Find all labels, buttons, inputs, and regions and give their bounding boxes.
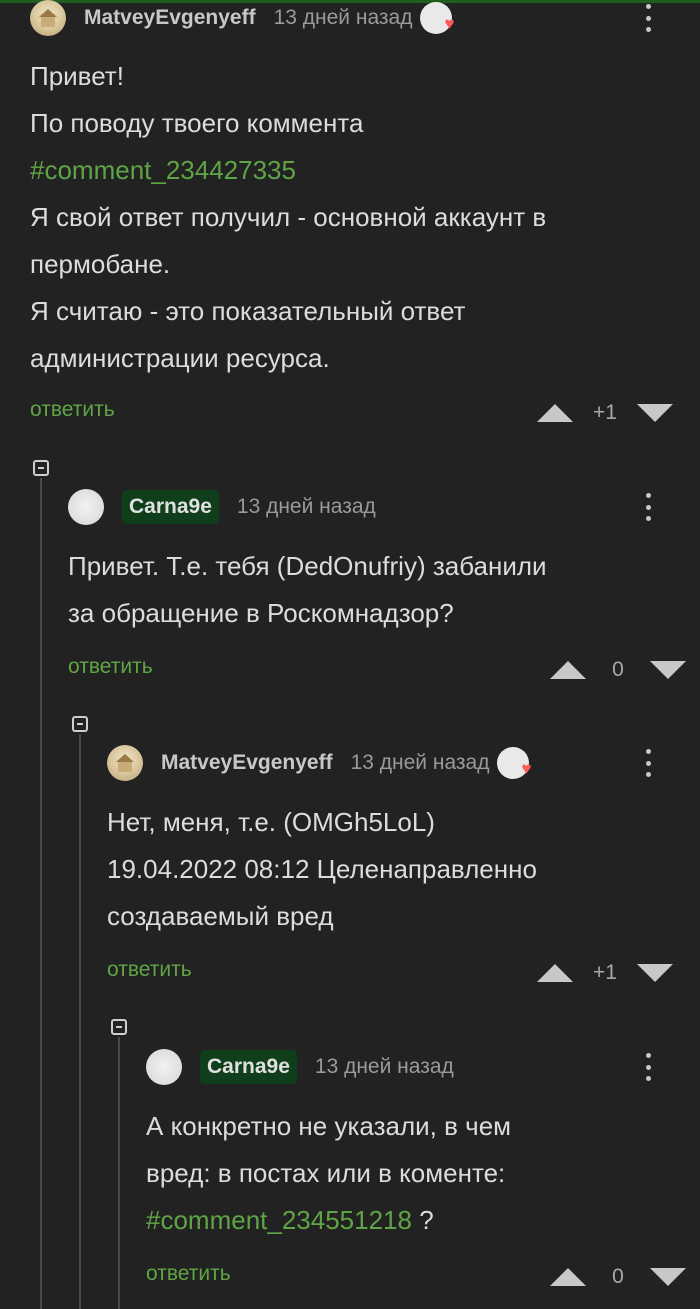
reply-button[interactable]: ответить (68, 655, 153, 679)
comment-link[interactable]: #comment_234427335 (30, 147, 670, 194)
collapse-icon[interactable] (72, 716, 88, 732)
comment-link[interactable]: #comment_234551218 (146, 1205, 412, 1235)
thread-line-level-2 (79, 734, 81, 1309)
downvote-icon[interactable] (637, 964, 673, 982)
downvote-icon[interactable] (650, 1268, 686, 1286)
comment-text-line: за обращение в Роскомнадзор? (68, 598, 454, 628)
rating-value: +1 (593, 961, 617, 984)
reply-button[interactable]: ответить (30, 398, 115, 422)
avatar[interactable] (30, 0, 66, 36)
comment-body: Привет. Т.е. тебя (DedOnufriy) забанили … (68, 543, 670, 637)
kebab-menu-icon[interactable] (645, 749, 651, 777)
comment-body: А конкретно не указали, в чем вред: в по… (146, 1103, 670, 1244)
thread-line-level-3 (118, 1037, 120, 1309)
heart-badge-icon: ♥ (497, 747, 531, 779)
comment-text-line: Привет. Т.е. тебя (DedOnufriy) забанили (68, 551, 547, 581)
comment-author[interactable]: MatveyEvgenyeff (84, 6, 256, 30)
heart-badge-icon: ♥ (420, 2, 454, 34)
thread-line-level-1 (40, 478, 42, 1309)
collapse-icon[interactable] (111, 1019, 127, 1035)
comment-author[interactable]: Carna9e (200, 1050, 297, 1084)
reply-button[interactable]: ответить (146, 1262, 231, 1286)
comment-time: 13 дней назад (350, 751, 490, 774)
reply-button[interactable]: ответить (107, 958, 192, 982)
comment-text-line: По поводу твоего коммента (30, 108, 364, 138)
comment-text-line: создаваемый вред (107, 901, 334, 931)
collapse-icon[interactable] (33, 460, 49, 476)
comment-author[interactable]: MatveyEvgenyeff (161, 751, 333, 775)
comment-time: 13 дней назад (236, 495, 376, 518)
downvote-icon[interactable] (650, 661, 686, 679)
upvote-icon[interactable] (537, 964, 573, 982)
comment-text-line: вред: в постах или в коменте: (146, 1158, 506, 1188)
comment-text-line: администрации ресурса. (30, 343, 330, 373)
comment-text-line: Я считаю - это показательный ответ (30, 296, 466, 326)
comment-body: Нет, меня, т.е. (OMGh5LoL) 19.04.2022 08… (107, 799, 670, 940)
kebab-menu-icon[interactable] (645, 4, 651, 32)
upvote-icon[interactable] (550, 661, 586, 679)
upvote-icon[interactable] (537, 404, 573, 422)
downvote-icon[interactable] (637, 404, 673, 422)
kebab-menu-icon[interactable] (645, 493, 651, 521)
rating-value: +1 (593, 401, 617, 424)
rating-value: 0 (612, 1265, 624, 1288)
comment-time: 13 дней назад (273, 6, 413, 29)
comment-text-line: Нет, меня, т.е. (OMGh5LoL) (107, 807, 435, 837)
comment-time: 13 дней назад (314, 1055, 454, 1078)
avatar[interactable] (68, 489, 104, 525)
comment-text-line: Я свой ответ получил - основной аккаунт … (30, 202, 547, 232)
comment-text-suffix: ? (411, 1205, 434, 1235)
comment-text-line: 19.04.2022 08:12 Целенаправленно (107, 854, 537, 884)
comment-author[interactable]: Carna9e (122, 490, 219, 524)
upvote-icon[interactable] (550, 1268, 586, 1286)
comment-text-line: пермобане. (30, 249, 171, 279)
comment-body: Привет! По поводу твоего коммента #comme… (30, 53, 670, 382)
avatar[interactable] (107, 745, 143, 781)
comment-text-line: А конкретно не указали, в чем (146, 1111, 512, 1141)
kebab-menu-icon[interactable] (645, 1053, 651, 1081)
comment-text-line: Привет! (30, 61, 124, 91)
rating-value: 0 (612, 658, 624, 681)
avatar[interactable] (146, 1049, 182, 1085)
